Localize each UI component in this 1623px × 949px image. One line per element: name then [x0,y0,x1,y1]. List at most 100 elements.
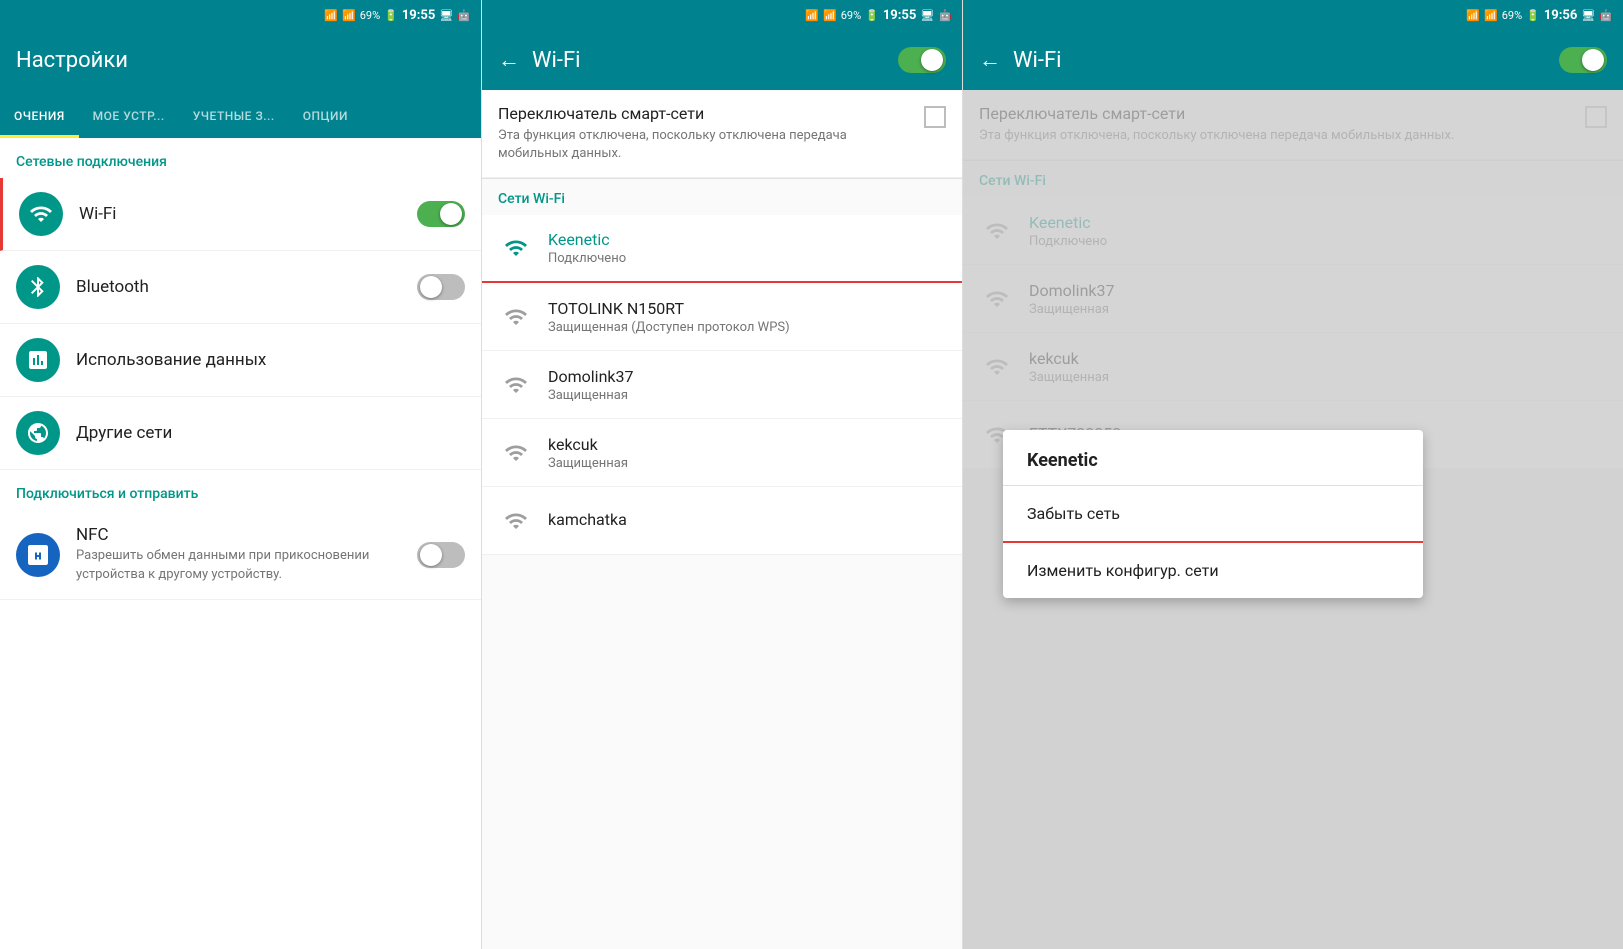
totolink-status: Защищенная (Доступен протокол WPS) [548,320,946,335]
battery-pct-1: 69% [360,9,380,22]
nfc-settings-item[interactable]: NFC Разрешить обмен данными при прикосно… [0,510,481,600]
keenetic-text: Keenetic Подключено [548,230,946,266]
wifi-signal-icon-2 [498,299,534,335]
wifi-lock-icon-3 [504,373,528,397]
wifi-label: Wi-Fi [79,204,417,224]
keenetic-status: Подключено [548,251,946,266]
battery-icon-1: 🔋 [384,9,398,22]
wifi-signal-icon-3 [498,367,534,403]
smart-switch-text: Переключатель смарт-сети Эта функция отк… [498,104,912,163]
time-1: 19:55 [402,8,436,23]
wifi-lock-icon-1 [504,236,528,260]
android-icon-2: 🤖 [938,9,952,22]
kekcuk-status: Защищенная [548,456,946,471]
wifi-text: Wi-Fi [79,204,417,224]
battery-pct-3: 69% [1502,9,1522,22]
tab-connections[interactable]: ОЧЕНИЯ [0,97,79,138]
dialog-title: Keenetic [1003,430,1423,486]
wifi-network-keenetic[interactable]: Keenetic Подключено [482,215,962,283]
screen-icon: 🖥 [439,9,453,22]
status-icons-2: 📶 📶 69% 🔋 19:55 🖥 🤖 [805,8,952,23]
wifi-status-icon: 📶 [324,9,338,22]
bluetooth-icon-container [16,265,60,309]
bluetooth-text: Bluetooth [76,277,417,297]
data-usage-icon [26,348,50,372]
domolink-status: Защищенная [548,388,946,403]
wifi-panel-2: 📶 📶 69% 🔋 19:56 🖥 🤖 ← Wi-Fi Переключател… [962,0,1623,949]
bluetooth-toggle-knob [420,276,442,298]
tab-options[interactable]: ОПЦИИ [289,97,362,138]
bluetooth-label: Bluetooth [76,277,417,297]
kekcuk-name: kekcuk [548,435,946,454]
other-icon-container [16,411,60,455]
wifi-network-domolink[interactable]: Domolink37 Защищенная [482,351,962,419]
modify-network-button[interactable]: Изменить конфигур. сети [1003,543,1423,598]
settings-tab-bar: ОЧЕНИЯ МОЕ УСТР... УЧЕТНЫЕ З... ОПЦИИ [0,90,481,138]
data-settings-item[interactable]: Использование данных [0,324,481,397]
nfc-toggle[interactable] [417,542,465,568]
other-label: Другие сети [76,423,465,443]
wifi-panel-content: Переключатель смарт-сети Эта функция отк… [963,90,1623,949]
nfc-text: NFC Разрешить обмен данными при прикосно… [76,525,417,583]
screen-icon-3: 🖥 [1581,9,1595,22]
battery-icon-3: 🔋 [1526,9,1540,22]
wifi-settings-item[interactable]: Wi-Fi [0,178,481,251]
wifi-main-toggle-2[interactable] [1559,47,1607,73]
wifi-lock-icon-4 [504,441,528,465]
nfc-subtitle: Разрешить обмен данными при прикосновени… [76,547,417,583]
bluetooth-settings-item[interactable]: Bluetooth [0,251,481,324]
smart-switch-checkbox[interactable] [924,106,946,128]
connect-section-header: Подключиться и отправить [0,470,481,510]
data-text: Использование данных [76,350,465,370]
bluetooth-toggle[interactable] [417,274,465,300]
android-icon: 🤖 [457,9,471,22]
wifi-toggle[interactable] [417,201,465,227]
smart-switch-title: Переключатель смарт-сети [498,104,912,123]
status-bar-2: 📶 📶 69% 🔋 19:55 🖥 🤖 [482,0,962,30]
status-bar-1: 📶 📶 69% 🔋 19:55 🖥 🤖 [0,0,481,30]
other-networks-item[interactable]: Другие сети [0,397,481,470]
wifi-network-kamchatka[interactable]: kamchatka [482,487,962,555]
settings-app-bar: Настройки [0,30,481,90]
battery-pct-2: 69% [841,9,861,22]
wifi-signal-icon-5 [498,503,534,539]
wifi-main-toggle-knob-2 [1582,49,1604,71]
tab-accounts[interactable]: УЧЕТНЫЕ З... [179,97,289,138]
forget-network-button[interactable]: Забыть сеть [1003,486,1423,543]
wifi-lock-icon-2 [504,305,528,329]
keenetic-name: Keenetic [548,230,946,249]
kekcuk-text: kekcuk Защищенная [548,435,946,471]
status-icons-1: 📶 📶 69% 🔋 19:55 🖥 🤖 [324,8,471,23]
wifi-back-button-2[interactable]: ← [979,47,1001,73]
wifi-title-2: Wi-Fi [1013,48,1061,73]
android-icon-3: 🤖 [1599,9,1613,22]
status-icons-3: 📶 📶 69% 🔋 19:56 🖥 🤖 [1466,8,1613,23]
wifi-icon [29,202,53,226]
wifi-icon-container [19,192,63,236]
domolink-name: Domolink37 [548,367,946,386]
network-context-dialog: Keenetic Забыть сеть Изменить конфигур. … [1003,430,1423,598]
other-text: Другие сети [76,423,465,443]
smart-switch-subtitle: Эта функция отключена, поскольку отключе… [498,127,912,163]
kamchatka-name: kamchatka [548,510,946,529]
wifi-panel: 📶 📶 69% 🔋 19:55 🖥 🤖 ← Wi-Fi Переключател… [481,0,962,949]
status-bar-3: 📶 📶 69% 🔋 19:56 🖥 🤖 [963,0,1623,30]
wifi-network-totolink[interactable]: TOTOLINK N150RT Защищенная (Доступен про… [482,283,962,351]
other-networks-icon [26,421,50,445]
battery-icon-2: 🔋 [865,9,879,22]
totolink-text: TOTOLINK N150RT Защищенная (Доступен про… [548,299,946,335]
data-icon-container [16,338,60,382]
wifi-main-toggle[interactable] [898,47,946,73]
back-icon-status: 📶 [805,9,819,22]
wifi-signal-icon-4 [498,435,534,471]
wifi-app-bar-2: ← Wi-Fi [963,30,1623,90]
wifi-network-kekcuk[interactable]: kekcuk Защищенная [482,419,962,487]
nfc-icon [26,543,50,567]
wifi-toggle-knob [440,203,462,225]
nfc-icon-container [16,533,60,577]
wifi-back-button[interactable]: ← [498,47,520,73]
nfc-label: NFC [76,525,417,545]
tab-my-device[interactable]: МОЕ УСТР... [79,97,179,138]
domolink-text: Domolink37 Защищенная [548,367,946,403]
wifi-icon-5 [504,509,528,533]
